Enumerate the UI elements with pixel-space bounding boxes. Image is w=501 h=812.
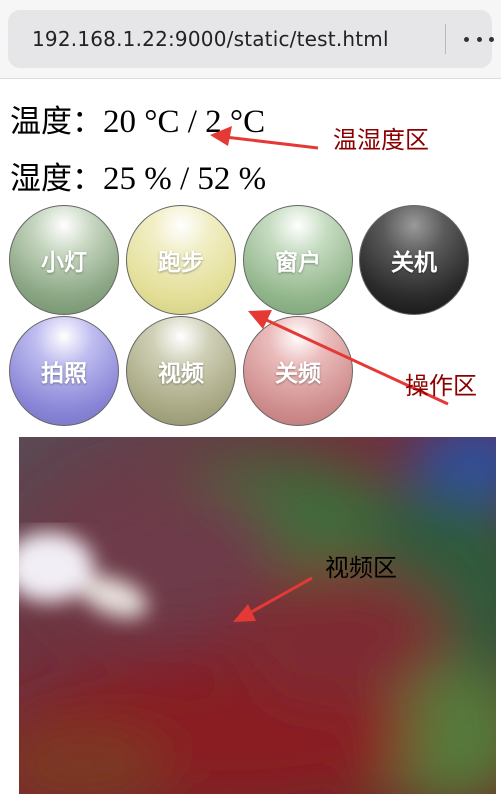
- sensor-area-annotation: 温湿度区: [333, 126, 429, 154]
- video-area-annotation: 视频区: [325, 554, 397, 582]
- control-area-annotation: 操作区: [405, 372, 477, 400]
